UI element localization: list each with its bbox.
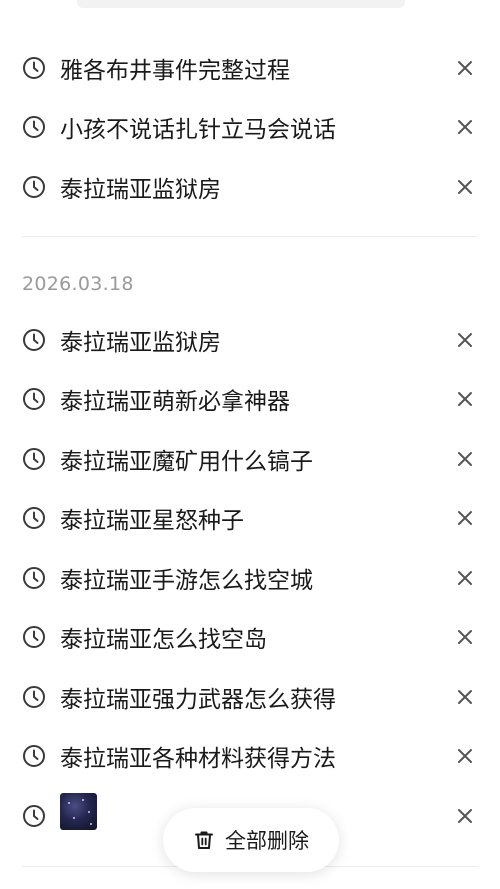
clock-icon <box>22 387 46 411</box>
close-icon[interactable] <box>454 626 476 648</box>
history-item-label: 泰拉瑞亚魔矿用什么镐子 <box>60 448 313 475</box>
history-item[interactable]: 小孩不说话扎针立马会说话 <box>0 98 500 158</box>
close-icon[interactable] <box>454 686 476 708</box>
history-group-dated: 2026.03.18 泰拉瑞亚监狱房 泰拉瑞亚萌新必拿神器 泰拉瑞亚魔矿用什么镐… <box>0 258 500 846</box>
clock-icon <box>22 447 46 471</box>
clock-icon <box>22 175 46 199</box>
close-icon[interactable] <box>454 805 476 827</box>
search-history-page: 雅各布井事件完整过程 小孩不说话扎针立马会说话 泰拉瑞亚监狱房 2026.03.… <box>0 0 500 889</box>
close-icon[interactable] <box>454 745 476 767</box>
section-divider <box>22 236 478 237</box>
clock-icon <box>22 115 46 139</box>
clock-icon <box>22 56 46 80</box>
history-date-label: 2026.03.18 <box>22 273 134 295</box>
close-icon[interactable] <box>454 116 476 138</box>
clock-icon <box>22 625 46 649</box>
history-item-label: 泰拉瑞亚星怒种子 <box>60 508 244 535</box>
clock-icon <box>22 804 46 828</box>
history-item-label: 雅各布井事件完整过程 <box>60 57 290 84</box>
history-item[interactable]: 泰拉瑞亚监狱房 <box>0 310 500 370</box>
close-icon[interactable] <box>454 567 476 589</box>
search-bar-edge <box>77 0 405 8</box>
history-item-label: 泰拉瑞亚强力武器怎么获得 <box>60 686 336 713</box>
delete-all-button[interactable]: 全部删除 <box>163 808 339 872</box>
clock-icon <box>22 685 46 709</box>
close-icon[interactable] <box>454 448 476 470</box>
history-group-earlier: 雅各布井事件完整过程 小孩不说话扎针立马会说话 泰拉瑞亚监狱房 <box>0 38 500 217</box>
close-icon[interactable] <box>454 57 476 79</box>
clock-icon <box>22 506 46 530</box>
trash-icon <box>193 829 215 851</box>
clock-icon <box>22 328 46 352</box>
history-item-label: 泰拉瑞亚各种材料获得方法 <box>60 746 336 773</box>
history-item-label: 泰拉瑞亚监狱房 <box>60 329 221 356</box>
history-item[interactable]: 泰拉瑞亚监狱房 <box>0 157 500 217</box>
history-item[interactable]: 泰拉瑞亚手游怎么找空城 <box>0 548 500 608</box>
history-item[interactable]: 泰拉瑞亚强力武器怎么获得 <box>0 667 500 727</box>
delete-all-label: 全部删除 <box>225 829 309 853</box>
history-item[interactable]: 泰拉瑞亚魔矿用什么镐子 <box>0 429 500 489</box>
history-item[interactable]: 泰拉瑞亚星怒种子 <box>0 489 500 549</box>
history-item-label: 泰拉瑞亚怎么找空岛 <box>60 627 267 654</box>
history-item-label: 泰拉瑞亚手游怎么找空城 <box>60 567 313 594</box>
history-item-label: 泰拉瑞亚监狱房 <box>60 176 221 203</box>
history-item[interactable]: 泰拉瑞亚萌新必拿神器 <box>0 370 500 430</box>
history-item[interactable]: 泰拉瑞亚各种材料获得方法 <box>0 727 500 787</box>
history-item-label: 泰拉瑞亚萌新必拿神器 <box>60 389 290 416</box>
close-icon[interactable] <box>454 507 476 529</box>
clock-icon <box>22 566 46 590</box>
close-icon[interactable] <box>454 388 476 410</box>
close-icon[interactable] <box>454 329 476 351</box>
history-item-label: 小孩不说话扎针立马会说话 <box>60 117 336 144</box>
history-item[interactable]: 雅各布井事件完整过程 <box>0 38 500 98</box>
clock-icon <box>22 744 46 768</box>
close-icon[interactable] <box>454 176 476 198</box>
history-item[interactable]: 泰拉瑞亚怎么找空岛 <box>0 608 500 668</box>
image-search-thumbnail <box>60 792 97 830</box>
